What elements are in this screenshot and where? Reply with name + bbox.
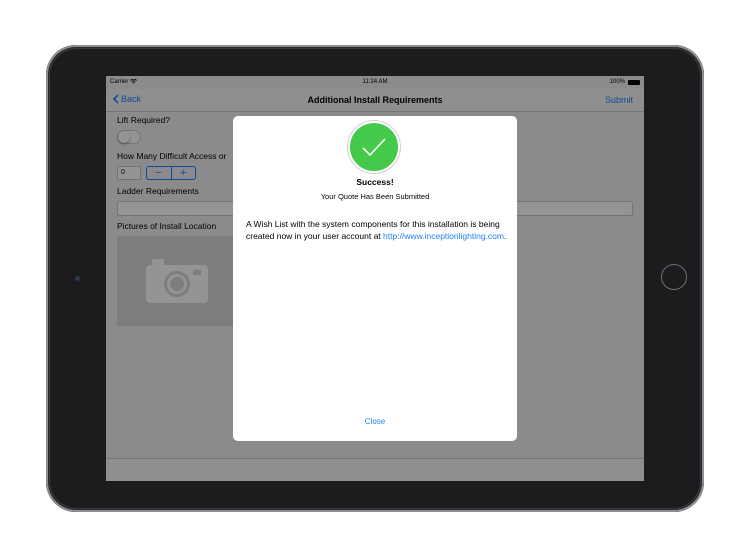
dialog-subtitle: Your Quote Has Been Submitted: [320, 192, 430, 201]
app-screen: Carrier 11:24 AM 100% Back Additional In…: [106, 76, 644, 481]
message-end: .: [503, 230, 507, 241]
home-button[interactable]: [661, 264, 687, 290]
checkmark-icon: [362, 138, 386, 157]
success-badge: [348, 121, 400, 173]
website-link[interactable]: http://www.inceptionlighting.com: [383, 231, 504, 241]
close-button[interactable]: Close: [233, 417, 517, 426]
success-dialog: Success! Your Quote Has Been Submitted A…: [233, 116, 517, 441]
front-camera: [75, 276, 80, 281]
dialog-message: A Wish List with the system components f…: [246, 219, 508, 242]
dialog-title: Success!: [356, 177, 394, 187]
